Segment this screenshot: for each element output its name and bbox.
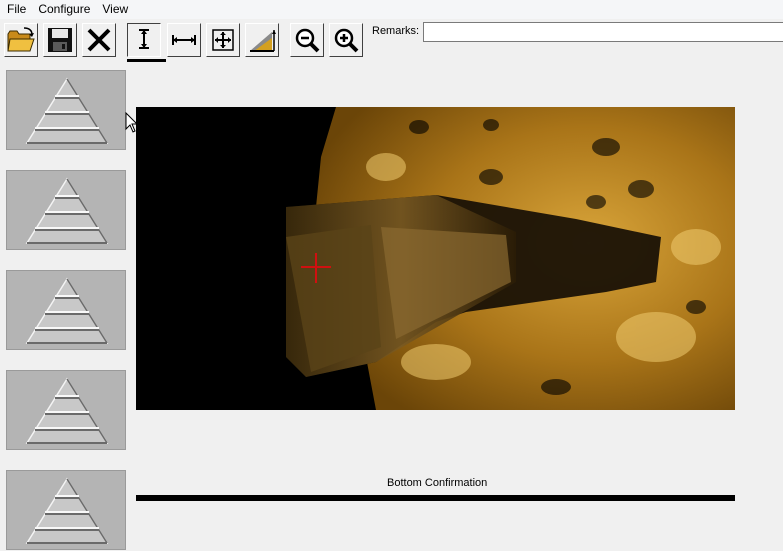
sonar-image[interactable] <box>136 107 735 410</box>
thumbnail-2[interactable] <box>6 170 126 250</box>
pyramid-icon <box>25 377 109 444</box>
vertical-measure-button[interactable] <box>127 23 161 57</box>
horizontal-measure-icon <box>172 35 196 45</box>
zoom-in-icon <box>334 28 359 53</box>
menu-configure[interactable]: Configure <box>32 0 96 19</box>
save-icon <box>48 28 72 52</box>
menu-view[interactable]: View <box>96 0 134 19</box>
menu-bar: File Configure View <box>0 0 783 19</box>
delete-icon <box>87 28 111 52</box>
thumbnail-3[interactable] <box>6 270 126 350</box>
zoom-out-button[interactable] <box>290 23 324 57</box>
pyramid-icon <box>25 477 109 544</box>
pyramid-icon <box>25 77 109 144</box>
remarks-label: Remarks: <box>372 25 420 37</box>
move-all-button[interactable] <box>206 23 240 57</box>
delete-button[interactable] <box>82 23 116 57</box>
thumbnail-5[interactable] <box>6 470 126 550</box>
active-tool-indicator <box>127 59 166 62</box>
vertical-measure-icon <box>139 29 149 49</box>
slope-measure-button[interactable] <box>245 23 279 57</box>
remarks-input[interactable] <box>423 22 783 42</box>
sonar-image-secondary[interactable] <box>136 495 735 501</box>
sonar-image-graphic <box>136 107 735 410</box>
horizontal-measure-button[interactable] <box>167 23 201 57</box>
zoom-out-icon <box>295 28 320 53</box>
menu-file[interactable]: File <box>0 0 32 19</box>
zoom-in-button[interactable] <box>329 23 363 57</box>
thumbnail-1[interactable] <box>6 70 126 150</box>
open-button[interactable] <box>4 23 38 57</box>
move-all-icon <box>212 29 234 51</box>
pyramid-icon <box>25 277 109 344</box>
slope-measure-icon <box>250 30 276 52</box>
thumbnail-4[interactable] <box>6 370 126 450</box>
save-button[interactable] <box>43 23 77 57</box>
mouse-pointer-icon <box>125 112 139 133</box>
bottom-confirmation-label: Bottom Confirmation <box>387 477 488 489</box>
open-folder-icon <box>7 27 35 52</box>
pyramid-icon <box>25 177 109 244</box>
